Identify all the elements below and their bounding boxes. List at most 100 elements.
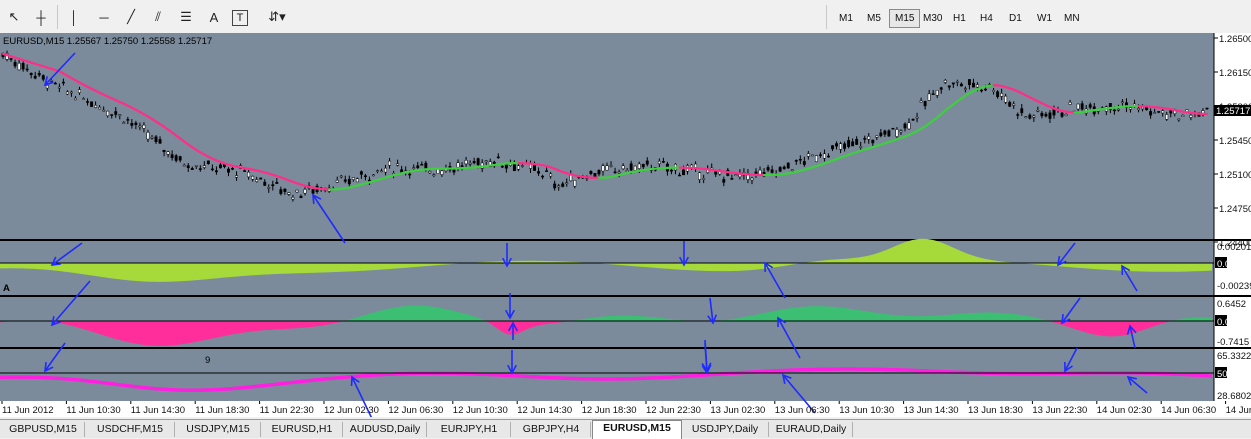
candle-body [352,177,354,179]
candle-body [497,157,499,158]
candle-body [501,166,503,167]
candle-body [872,140,874,143]
candle-body [1137,108,1139,109]
fibonacci-icon[interactable]: ☰ [175,6,197,28]
vertical-line-icon[interactable]: │ [63,6,85,28]
crosshair-icon[interactable]: ┼ [30,6,52,28]
trendline-icon[interactable]: ╱ [120,6,142,28]
chart-tab[interactable]: EURJPY,H1 [428,422,511,437]
candle-body [779,167,781,171]
candle-body [791,170,793,171]
chart-tab[interactable]: USDCHF,M15 [86,422,175,437]
candle-body [437,169,439,173]
timeframe-m30-button[interactable]: M30 [917,9,948,28]
candle-body [537,171,539,173]
equidistant-channel-icon[interactable]: ⫽ [147,6,169,28]
candle-body [131,123,133,125]
candle-body [610,165,612,166]
candle-body [1013,104,1015,105]
candle-body [364,176,366,177]
time-tick-label: 12 Jun 10:30 [453,405,508,416]
candle-body [1182,115,1184,116]
candle-body [811,155,813,156]
candle-body [964,89,966,90]
text-icon[interactable]: A [203,6,225,28]
candle-body [622,166,624,169]
chart-tab[interactable]: EURAUD,Daily [770,422,853,437]
candle-body [1202,111,1204,114]
candle-body [634,166,636,170]
time-tick-label: 13 Jun 10:30 [839,405,894,416]
candle-body [388,161,390,165]
chart-tab[interactable]: GBPUSD,M15 [2,422,85,437]
timeframe-d1-button[interactable]: D1 [1003,9,1028,28]
candle-body [159,139,161,143]
candle-body [62,82,64,83]
candle-body [163,150,165,152]
arrows-dropdown-icon[interactable]: ⇵▾ [262,6,292,28]
candle-body [42,75,44,79]
candle-body [876,136,878,137]
timeframe-mn-button[interactable]: MN [1058,9,1086,28]
candle-body [557,186,559,187]
timeframe-w1-button[interactable]: W1 [1031,9,1058,28]
candle-body [276,182,278,183]
candle-body [1117,109,1119,110]
candle-body [1190,115,1192,117]
timeframe-m1-button[interactable]: M1 [833,9,859,28]
candle-body [855,139,857,144]
cursor-icon[interactable]: ↖ [3,6,25,28]
candle-body [111,115,113,116]
chart-area[interactable]: 1.265001.261501.258001.254501.251001.247… [0,33,1251,417]
candle-body [473,161,475,163]
time-tick-label: 11 Jun 18:30 [195,405,249,416]
candle-body [123,122,125,123]
toolbar-separator [826,5,827,29]
candle-body [839,144,841,150]
candle-body [541,176,543,177]
time-tick-label: 13 Jun 18:30 [968,405,1023,416]
candle-body [642,164,644,167]
chart-canvas[interactable]: 1.265001.261501.258001.254501.251001.247… [0,33,1251,417]
candle-body [147,132,149,139]
indicator3-label: 9 [205,355,210,366]
chart-tab[interactable]: EURUSD,M15 [592,420,682,439]
candle-body [272,185,274,186]
candle-body [932,94,934,95]
candle-body [513,164,515,171]
chart-tab[interactable]: GBPJPY,H4 [512,422,591,437]
time-tick-label: 12 Jun 22:30 [646,405,701,416]
horizontal-line-icon[interactable]: ─ [93,6,115,28]
candle-body [545,171,547,172]
chart-tab[interactable]: AUDUSD,Daily [344,422,427,437]
candle-body [1121,102,1123,103]
candle-body [1141,107,1143,109]
candle-body [135,123,137,125]
candle-body [207,161,209,164]
candle-body [251,176,253,179]
candle-body [1077,104,1079,109]
chart-tab[interactable]: USDJPY,M15 [176,422,261,437]
candle-body [1033,116,1035,117]
candle-body [662,161,664,162]
candle-body [288,193,290,195]
timeframe-h4-button[interactable]: H4 [974,9,999,28]
text-label-icon[interactable]: T [232,10,248,26]
timeframe-h1-button[interactable]: H1 [947,9,972,28]
chart-tab[interactable]: EURUSD,H1 [262,422,343,437]
candle-body [1129,108,1131,110]
candle-body [376,171,378,172]
candle-body [1049,113,1051,119]
timeframe-m15-button[interactable]: M15 [889,9,920,28]
chart-tab[interactable]: USDJPY,Daily [682,422,769,437]
candle-body [54,83,56,84]
candle-body [924,101,926,106]
candle-body [819,155,821,156]
timeframe-m5-button[interactable]: M5 [861,9,887,28]
candle-body [847,140,849,146]
candle-body [1045,114,1047,116]
candle-body [638,164,640,169]
candle-body [984,89,986,90]
candle-body [1041,113,1043,116]
candle-body [1089,105,1091,108]
